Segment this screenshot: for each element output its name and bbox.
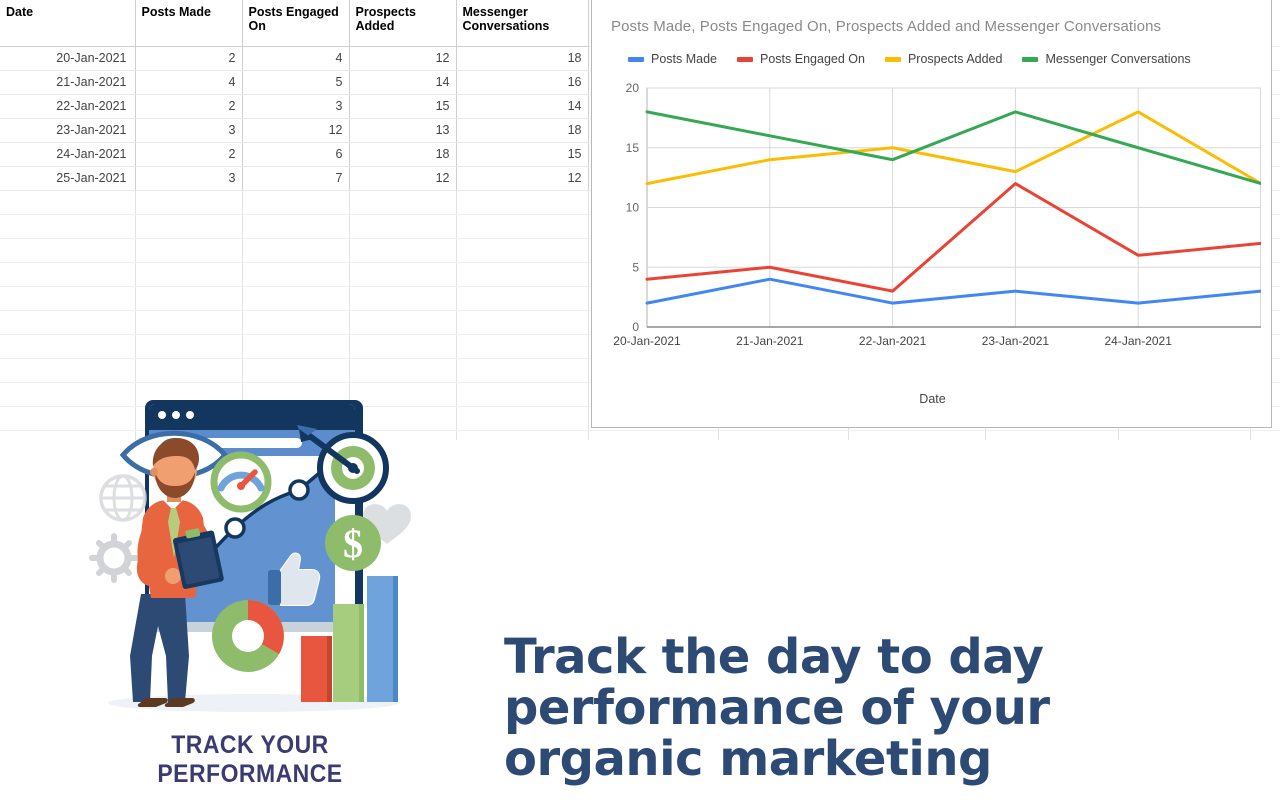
y-tick-label: 20 (626, 82, 640, 95)
x-axis-title: Date (919, 392, 946, 406)
table-row[interactable]: 20-Jan-2021 2 4 12 18 (0, 46, 589, 71)
y-tick-label: 15 (626, 141, 640, 155)
cell-date[interactable]: 20-Jan-2021 (0, 46, 136, 71)
y-tick-label: 0 (632, 320, 639, 334)
cell-posts-engaged-on[interactable]: 4 (242, 46, 350, 71)
column-header-date[interactable]: Date (0, 0, 136, 47)
headline-line-2: performance of your (504, 680, 1050, 736)
legend-item-0[interactable]: Posts Made (628, 52, 717, 66)
legend-item-3[interactable]: Messenger Conversations (1022, 52, 1191, 66)
cell-date[interactable]: 21-Jan-2021 (0, 70, 136, 95)
cell-posts-made[interactable]: 3 (135, 166, 243, 191)
legend-swatch-icon (1022, 56, 1039, 62)
gear-icon (89, 533, 139, 583)
legend-swatch-icon (737, 56, 754, 62)
y-tick-label: 10 (626, 201, 640, 215)
x-tick-label: 20-Jan-2021 (613, 334, 681, 348)
cell-posts-made[interactable]: 3 (135, 118, 243, 143)
cell-messenger-conversations[interactable]: 14 (456, 94, 589, 119)
cell-posts-engaged-on[interactable]: 3 (242, 94, 350, 119)
table-row[interactable]: 25-Jan-2021 3 7 12 12 (0, 166, 589, 191)
cell-posts-engaged-on[interactable]: 7 (242, 166, 350, 191)
table-row[interactable]: 24-Jan-2021 2 6 18 15 (0, 142, 589, 167)
legend-swatch-icon (628, 56, 644, 62)
cell-prospects-added[interactable]: 14 (349, 70, 457, 95)
chart-title: Posts Made, Posts Engaged On, Prospects … (611, 18, 1162, 35)
cell-messenger-conversations[interactable]: 18 (456, 46, 589, 71)
headline-line-1: Track the day to day (504, 629, 1044, 685)
cell-posts-made[interactable]: 2 (135, 94, 243, 119)
chart-legend: Posts Made Posts Engaged On Prospects Adde… (628, 52, 1211, 66)
line-chart-svg: 0 5 10 15 20 20-Jan-2021 21-Jan-2021 22-Jan-202… (613, 82, 1261, 348)
svg-text:$: $ (343, 521, 363, 566)
legend-item-2[interactable]: Prospects Added (884, 52, 1003, 66)
legend-item-1[interactable]: Posts Engaged On (737, 52, 865, 66)
cell-date[interactable]: 24-Jan-2021 (0, 142, 136, 167)
illustration-caption: TRACK YOUR PERFORMANCE (157, 731, 343, 788)
donut-chart-icon (212, 600, 284, 672)
legend-label: Posts Made (651, 52, 718, 66)
table-row[interactable]: 23-Jan-2021 3 12 13 18 (0, 118, 589, 143)
table-header-row: Date Posts Made Posts Engaged On Prospec… (0, 0, 589, 47)
headline-line-3: organic marketing (504, 731, 992, 787)
cell-posts-engaged-on[interactable]: 6 (242, 142, 350, 167)
legend-label: Messenger Conversations (1045, 52, 1191, 66)
column-header-prospects-added[interactable]: Prospects Added (349, 0, 457, 47)
column-header-posts-made[interactable]: Posts Made (135, 0, 243, 47)
cell-posts-made[interactable]: 2 (135, 46, 243, 71)
gauge-icon (210, 451, 272, 513)
dollar-coin-icon: $ (325, 515, 381, 571)
x-tick-label: 23-Jan-2021 (982, 334, 1050, 348)
x-tick-label: 24-Jan-2021 (1105, 334, 1173, 348)
cell-posts-engaged-on[interactable]: 5 (242, 70, 350, 95)
cell-prospects-added[interactable]: 12 (349, 166, 457, 191)
cell-posts-made[interactable]: 4 (135, 70, 243, 95)
column-header-posts-engaged-on[interactable]: Posts Engaged On (242, 0, 350, 47)
illustration-svg: $ (89, 400, 411, 712)
legend-swatch-icon (884, 56, 901, 62)
performance-data-table: Date Posts Made Posts Engaged On Prospec… (0, 0, 589, 191)
cell-prospects-added[interactable]: 12 (349, 46, 457, 71)
cell-date[interactable]: 25-Jan-2021 (0, 166, 136, 191)
cell-date[interactable]: 22-Jan-2021 (0, 94, 136, 119)
cell-messenger-conversations[interactable]: 18 (456, 118, 589, 143)
legend-label: Posts Engaged On (760, 52, 865, 66)
cell-prospects-added[interactable]: 18 (349, 142, 457, 167)
globe-icon (99, 474, 147, 522)
table-row[interactable]: 21-Jan-2021 4 5 14 16 (0, 70, 589, 95)
x-tick-label: 21-Jan-2021 (736, 334, 804, 348)
cell-date[interactable]: 23-Jan-2021 (0, 118, 136, 143)
slide-canvas: Date Posts Made Posts Engaged On Prospec… (0, 0, 1280, 800)
line-chart-card[interactable]: Posts Made, Posts Engaged On, Prospects … (591, 0, 1272, 428)
chart-plot-area: 0 5 10 15 20 20-Jan-2021 21-Jan-2021 22-Jan-202… (611, 82, 1261, 367)
cell-messenger-conversations[interactable]: 12 (456, 166, 589, 191)
cell-prospects-added[interactable]: 13 (349, 118, 457, 143)
cell-messenger-conversations[interactable]: 15 (456, 142, 589, 167)
legend-label: Prospects Added (907, 52, 1003, 66)
cell-prospects-added[interactable]: 15 (349, 94, 457, 119)
cell-messenger-conversations[interactable]: 16 (456, 70, 589, 95)
cell-posts-made[interactable]: 2 (135, 142, 243, 167)
x-tick-label: 22-Jan-2021 (859, 334, 927, 348)
headline-text: Track the day to day performance of your… (504, 632, 1124, 785)
y-tick-label: 5 (632, 260, 639, 274)
analytics-illustration: $ (85, 398, 415, 788)
table-row[interactable]: 22-Jan-2021 2 3 15 14 (0, 94, 589, 119)
cell-posts-engaged-on[interactable]: 12 (242, 118, 350, 143)
column-header-messenger-conversations[interactable]: Messenger Conversations (456, 0, 589, 47)
